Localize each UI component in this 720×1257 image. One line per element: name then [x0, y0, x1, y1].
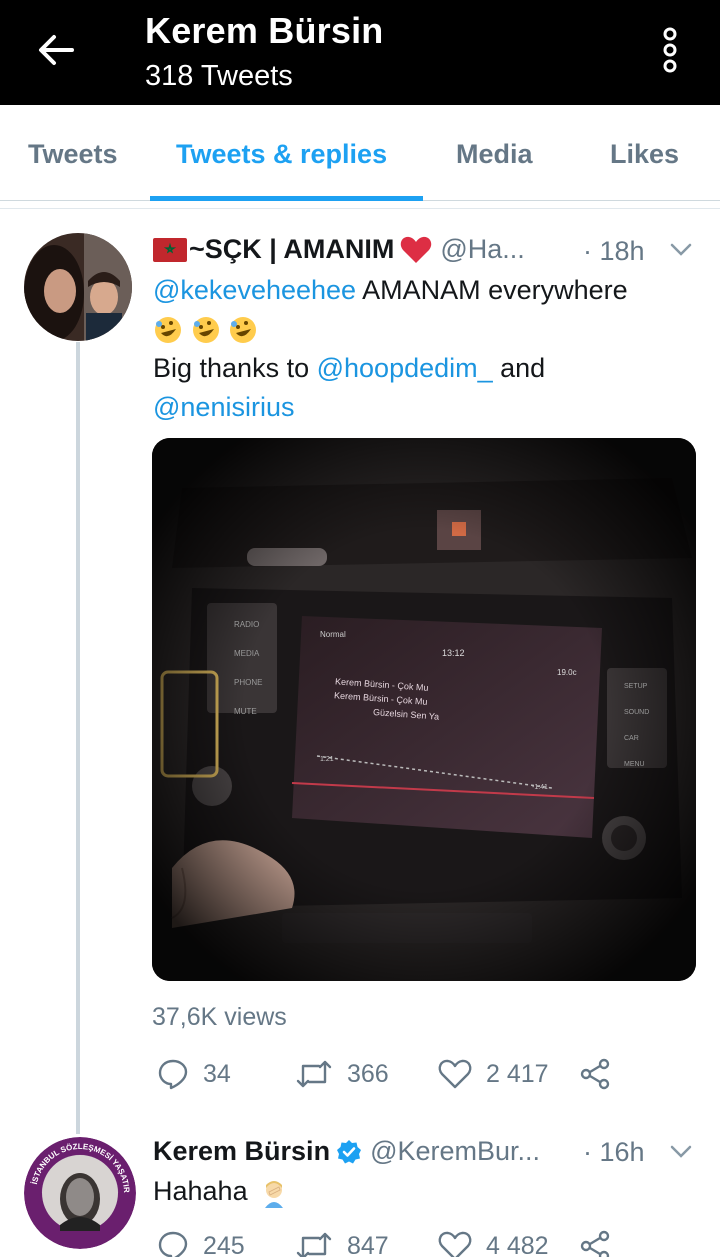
emoji-row: [153, 313, 258, 345]
rolling-laughing-emoji-icon: [230, 316, 257, 343]
radio-temperature: 19.0c: [557, 668, 577, 677]
radio-source: Normal: [320, 630, 346, 639]
profile-tabs: Tweets Tweets & replies Media Likes: [0, 105, 720, 201]
tweet-timestamp: · 16h: [583, 1137, 645, 1167]
reply-icon: [158, 1231, 188, 1257]
radio-remaining: -1:41: [532, 784, 548, 791]
like-count: 4 482: [486, 1231, 549, 1257]
view-count: 37,6K views: [152, 1003, 287, 1031]
user-handle: @Ha...: [440, 234, 525, 264]
retweet-button[interactable]: 366: [295, 1058, 389, 1090]
tweet-text-line: Hahaha: [153, 1176, 289, 1208]
retweet-icon: [296, 1060, 332, 1088]
red-heart-icon: [401, 236, 432, 263]
display-name: ~SÇK | AMANIM: [189, 234, 395, 264]
svg-text:İSTANBUL SÖZLEŞMESİ YAŞATIR: İSTANBUL SÖZLEŞMESİ YAŞATIR: [30, 1142, 131, 1193]
user-handle: @KeremBur...: [370, 1136, 541, 1166]
morocco-flag-icon: [153, 237, 187, 262]
radio-track-info: Kerem Bürsin - Çok Mu Kerem Bürsin - Çok…: [333, 676, 440, 722]
tweet-text-line: Big thanks to @hoopdedim_ and: [153, 353, 546, 383]
tab-likes[interactable]: Likes: [610, 139, 679, 170]
share-icon: [580, 1230, 610, 1257]
tweet-text-line: @kekeveheehee AMANAM everywhere: [153, 275, 628, 305]
tweet-timestamp: · 18h: [583, 236, 645, 266]
avatar[interactable]: İSTANBUL SÖZLEŞMESİ YAŞATIR: [24, 1137, 136, 1249]
radio-elapsed: 1:21: [320, 756, 334, 763]
thread-connector-line: [76, 342, 80, 1134]
mention-link[interactable]: @nenisirius: [153, 392, 294, 422]
profile-name-title: Kerem Bürsin: [145, 10, 384, 51]
display-name: Kerem Bürsin: [153, 1136, 331, 1166]
share-button[interactable]: [578, 1230, 612, 1257]
tweet-count: 318 Tweets: [145, 60, 293, 92]
retweet-count: 847: [347, 1231, 389, 1257]
reply-icon: [158, 1059, 188, 1090]
divider: [0, 208, 720, 209]
retweet-count: 366: [347, 1059, 389, 1088]
overflow-menu-icon[interactable]: [655, 26, 685, 74]
back-arrow-icon[interactable]: [32, 26, 80, 74]
tweet-text-line: @nenisirius: [153, 392, 294, 423]
tab-media[interactable]: Media: [456, 139, 533, 170]
avatar[interactable]: [24, 233, 132, 341]
retweet-button[interactable]: 847: [295, 1230, 389, 1257]
rolling-laughing-emoji-icon: [155, 316, 181, 343]
like-count: 2 417: [486, 1059, 549, 1088]
tab-tweets-and-replies[interactable]: Tweets & replies: [176, 139, 387, 170]
mention-link[interactable]: @kekeveheehee: [153, 275, 356, 305]
tweet-author-row[interactable]: Kerem Bürsin @KeremBur...: [153, 1136, 540, 1167]
reply-count: 34: [203, 1059, 231, 1088]
share-icon: [580, 1058, 610, 1090]
reply-button[interactable]: 245: [157, 1230, 245, 1257]
tab-tweets[interactable]: Tweets: [28, 139, 118, 170]
tweet-video[interactable]: RADIO MEDIA PHONE MUTE SETUP SOUND CAR M…: [152, 438, 696, 981]
top-app-bar: Kerem Bürsin 318 Tweets: [0, 0, 720, 105]
share-button[interactable]: [578, 1058, 612, 1090]
chevron-down-icon[interactable]: [668, 236, 694, 262]
radio-side-buttons-right: SETUP SOUND CAR MENU: [624, 683, 650, 768]
radio-side-buttons: RADIO MEDIA PHONE MUTE: [234, 620, 263, 716]
verified-badge-icon: [337, 1139, 362, 1163]
rolling-laughing-emoji-icon: [192, 316, 219, 343]
like-button[interactable]: 4 482: [438, 1230, 549, 1257]
avatar-ring-text: İSTANBUL SÖZLEŞMESİ YAŞATIR: [30, 1142, 131, 1193]
like-button[interactable]: 2 417: [438, 1058, 549, 1090]
radio-clock: 13:12: [442, 648, 465, 658]
active-tab-indicator: [150, 196, 423, 201]
retweet-icon: [296, 1232, 332, 1257]
tweet-author-row[interactable]: ~SÇK | AMANIM @Ha...: [153, 234, 525, 265]
heart-icon: [438, 1059, 472, 1089]
facepalm-emoji-icon: [265, 1180, 284, 1208]
heart-icon: [438, 1231, 472, 1257]
chevron-down-icon[interactable]: [668, 1138, 694, 1164]
reply-button[interactable]: 34: [157, 1058, 231, 1090]
reply-count: 245: [203, 1231, 245, 1257]
mention-link[interactable]: @hoopdedim_: [317, 353, 493, 383]
